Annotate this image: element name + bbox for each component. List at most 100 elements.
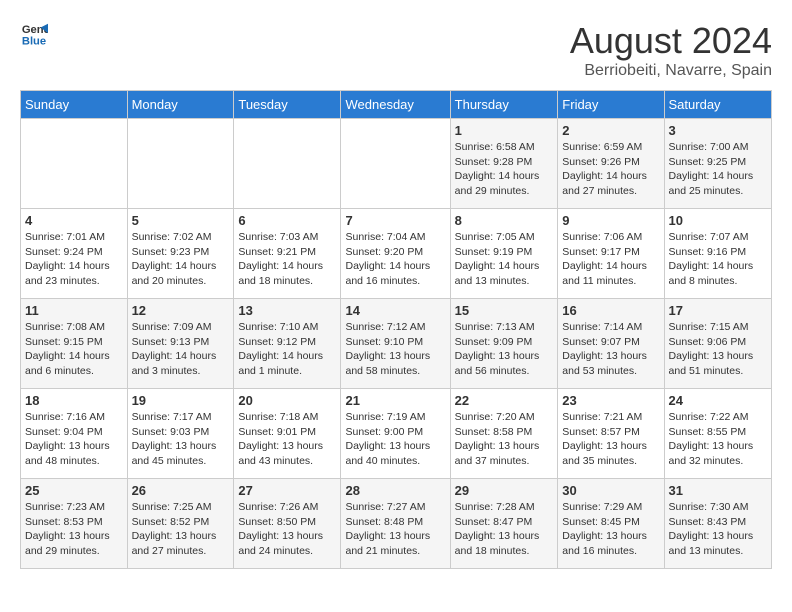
day-info: Sunrise: 7:23 AMSunset: 8:53 PMDaylight:…: [25, 500, 123, 559]
location: Berriobeiti, Navarre, Spain: [570, 62, 772, 80]
day-cell: 3 Sunrise: 7:00 AMSunset: 9:25 PMDaylight…: [664, 119, 771, 209]
day-info: Sunrise: 7:27 AMSunset: 8:48 PMDaylight:…: [345, 500, 445, 559]
day-cell: 7 Sunrise: 7:04 AMSunset: 9:20 PMDaylight…: [341, 209, 450, 299]
day-number: 24: [669, 393, 767, 408]
day-cell: 24 Sunrise: 7:22 AMSunset: 8:55 PMDayligh…: [664, 389, 771, 479]
day-cell: 15 Sunrise: 7:13 AMSunset: 9:09 PMDayligh…: [450, 299, 558, 389]
day-info: Sunrise: 7:21 AMSunset: 8:57 PMDaylight:…: [562, 410, 659, 469]
day-cell: [21, 119, 128, 209]
month-year: August 2024: [570, 20, 772, 62]
day-cell: 22 Sunrise: 7:20 AMSunset: 8:58 PMDayligh…: [450, 389, 558, 479]
day-info: Sunrise: 7:17 AMSunset: 9:03 PMDaylight:…: [132, 410, 230, 469]
day-number: 30: [562, 483, 659, 498]
weekday-saturday: Saturday: [664, 91, 771, 119]
day-number: 29: [455, 483, 554, 498]
day-number: 31: [669, 483, 767, 498]
day-cell: 26 Sunrise: 7:25 AMSunset: 8:52 PMDayligh…: [127, 479, 234, 569]
day-number: 19: [132, 393, 230, 408]
day-cell: 30 Sunrise: 7:29 AMSunset: 8:45 PMDayligh…: [558, 479, 664, 569]
day-info: Sunrise: 7:19 AMSunset: 9:00 PMDaylight:…: [345, 410, 445, 469]
day-number: 11: [25, 303, 123, 318]
day-number: 2: [562, 123, 659, 138]
day-info: Sunrise: 6:59 AMSunset: 9:26 PMDaylight:…: [562, 140, 659, 199]
day-info: Sunrise: 7:10 AMSunset: 9:12 PMDaylight:…: [238, 320, 336, 379]
day-cell: [127, 119, 234, 209]
week-row-1: 1Sunrise: 6:58 AMSunset: 9:28 PMDaylight…: [21, 119, 772, 209]
day-info: Sunrise: 7:25 AMSunset: 8:52 PMDaylight:…: [132, 500, 230, 559]
day-info: Sunrise: 7:30 AMSunset: 8:43 PMDaylight:…: [669, 500, 767, 559]
week-row-2: 4Sunrise: 7:01 AMSunset: 9:24 PMDaylight…: [21, 209, 772, 299]
title-block: August 2024 Berriobeiti, Navarre, Spain: [570, 20, 772, 80]
day-info: Sunrise: 7:28 AMSunset: 8:47 PMDaylight:…: [455, 500, 554, 559]
day-info: Sunrise: 7:14 AMSunset: 9:07 PMDaylight:…: [562, 320, 659, 379]
day-info: Sunrise: 7:02 AMSunset: 9:23 PMDaylight:…: [132, 230, 230, 289]
day-number: 1: [455, 123, 554, 138]
day-number: 27: [238, 483, 336, 498]
day-info: Sunrise: 7:08 AMSunset: 9:15 PMDaylight:…: [25, 320, 123, 379]
day-info: Sunrise: 7:13 AMSunset: 9:09 PMDaylight:…: [455, 320, 554, 379]
day-info: Sunrise: 7:16 AMSunset: 9:04 PMDaylight:…: [25, 410, 123, 469]
day-cell: 10 Sunrise: 7:07 AMSunset: 9:16 PMDayligh…: [664, 209, 771, 299]
day-cell: 29 Sunrise: 7:28 AMSunset: 8:47 PMDayligh…: [450, 479, 558, 569]
day-number: 3: [669, 123, 767, 138]
day-cell: 23 Sunrise: 7:21 AMSunset: 8:57 PMDayligh…: [558, 389, 664, 479]
weekday-header-row: SundayMondayTuesdayWednesdayThursdayFrid…: [21, 91, 772, 119]
day-number: 8: [455, 213, 554, 228]
week-row-4: 18 Sunrise: 7:16 AMSunset: 9:04 PMDayligh…: [21, 389, 772, 479]
day-cell: 28 Sunrise: 7:27 AMSunset: 8:48 PMDayligh…: [341, 479, 450, 569]
week-row-5: 25 Sunrise: 7:23 AMSunset: 8:53 PMDayligh…: [21, 479, 772, 569]
day-info: Sunrise: 7:00 AMSunset: 9:25 PMDaylight:…: [669, 140, 767, 199]
logo-icon: General Blue: [20, 20, 48, 48]
day-cell: 12 Sunrise: 7:09 AMSunset: 9:13 PMDayligh…: [127, 299, 234, 389]
day-number: 15: [455, 303, 554, 318]
day-info: Sunrise: 7:22 AMSunset: 8:55 PMDaylight:…: [669, 410, 767, 469]
day-number: 20: [238, 393, 336, 408]
day-cell: 16 Sunrise: 7:14 AMSunset: 9:07 PMDayligh…: [558, 299, 664, 389]
day-cell: [341, 119, 450, 209]
day-number: 13: [238, 303, 336, 318]
day-cell: 5Sunrise: 7:02 AMSunset: 9:23 PMDaylight…: [127, 209, 234, 299]
day-number: 25: [25, 483, 123, 498]
day-cell: [234, 119, 341, 209]
day-cell: 31 Sunrise: 7:30 AMSunset: 8:43 PMDayligh…: [664, 479, 771, 569]
day-cell: 17Sunrise: 7:15 AMSunset: 9:06 PMDayligh…: [664, 299, 771, 389]
svg-text:Blue: Blue: [22, 35, 46, 47]
day-cell: 19 Sunrise: 7:17 AMSunset: 9:03 PMDayligh…: [127, 389, 234, 479]
weekday-friday: Friday: [558, 91, 664, 119]
day-number: 23: [562, 393, 659, 408]
page-header: General Blue August 2024 Berriobeiti, Na…: [20, 20, 772, 80]
day-number: 10: [669, 213, 767, 228]
day-info: Sunrise: 7:18 AMSunset: 9:01 PMDaylight:…: [238, 410, 336, 469]
day-cell: 1Sunrise: 6:58 AMSunset: 9:28 PMDaylight…: [450, 119, 558, 209]
day-cell: 9 Sunrise: 7:06 AMSunset: 9:17 PMDaylight…: [558, 209, 664, 299]
day-cell: 21Sunrise: 7:19 AMSunset: 9:00 PMDayligh…: [341, 389, 450, 479]
day-cell: 25 Sunrise: 7:23 AMSunset: 8:53 PMDayligh…: [21, 479, 128, 569]
day-info: Sunrise: 7:09 AMSunset: 9:13 PMDaylight:…: [132, 320, 230, 379]
day-number: 18: [25, 393, 123, 408]
logo: General Blue: [20, 20, 48, 48]
day-number: 12: [132, 303, 230, 318]
day-info: Sunrise: 7:29 AMSunset: 8:45 PMDaylight:…: [562, 500, 659, 559]
day-info: Sunrise: 7:20 AMSunset: 8:58 PMDaylight:…: [455, 410, 554, 469]
day-number: 7: [345, 213, 445, 228]
day-info: Sunrise: 7:04 AMSunset: 9:20 PMDaylight:…: [345, 230, 445, 289]
day-number: 4: [25, 213, 123, 228]
day-number: 16: [562, 303, 659, 318]
day-number: 28: [345, 483, 445, 498]
day-cell: 4Sunrise: 7:01 AMSunset: 9:24 PMDaylight…: [21, 209, 128, 299]
weekday-tuesday: Tuesday: [234, 91, 341, 119]
day-info: Sunrise: 7:26 AMSunset: 8:50 PMDaylight:…: [238, 500, 336, 559]
day-info: Sunrise: 7:03 AMSunset: 9:21 PMDaylight:…: [238, 230, 336, 289]
day-number: 22: [455, 393, 554, 408]
day-number: 9: [562, 213, 659, 228]
day-cell: 2 Sunrise: 6:59 AMSunset: 9:26 PMDaylight…: [558, 119, 664, 209]
day-number: 14: [345, 303, 445, 318]
day-info: Sunrise: 7:06 AMSunset: 9:17 PMDaylight:…: [562, 230, 659, 289]
weekday-monday: Monday: [127, 91, 234, 119]
day-cell: 11 Sunrise: 7:08 AMSunset: 9:15 PMDayligh…: [21, 299, 128, 389]
day-info: Sunrise: 7:15 AMSunset: 9:06 PMDaylight:…: [669, 320, 767, 379]
day-number: 26: [132, 483, 230, 498]
day-cell: 8Sunrise: 7:05 AMSunset: 9:19 PMDaylight…: [450, 209, 558, 299]
weekday-wednesday: Wednesday: [341, 91, 450, 119]
day-info: Sunrise: 7:07 AMSunset: 9:16 PMDaylight:…: [669, 230, 767, 289]
